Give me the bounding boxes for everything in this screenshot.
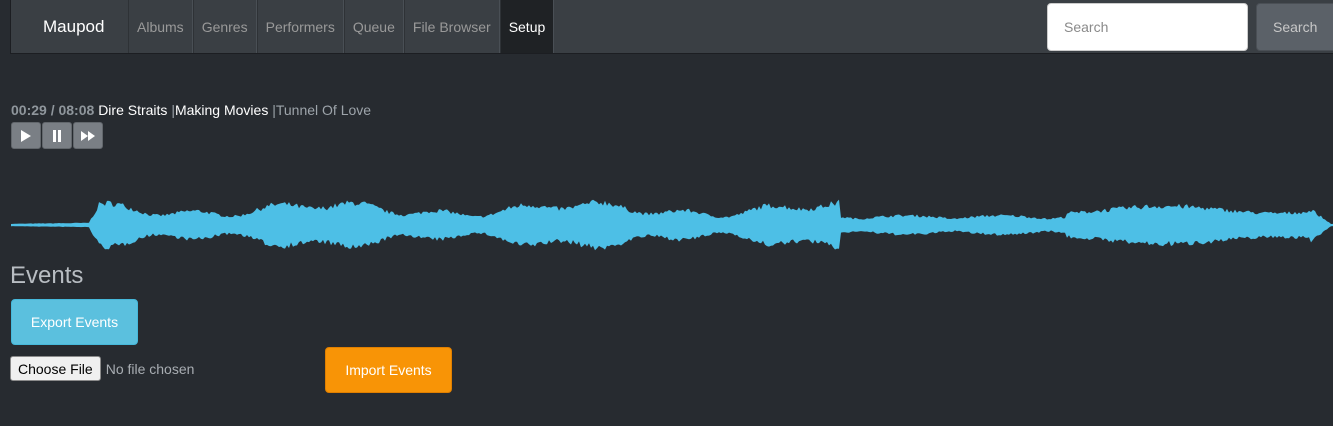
track-artist: Dire Straits xyxy=(98,102,168,118)
play-button[interactable] xyxy=(11,122,41,149)
player-controls xyxy=(11,122,104,149)
import-events-button[interactable]: Import Events xyxy=(325,347,452,393)
track-album: Making Movies xyxy=(174,102,269,118)
search-button[interactable]: Search xyxy=(1256,3,1333,51)
file-status-text: No file chosen xyxy=(105,360,195,377)
pause-icon xyxy=(53,129,61,142)
nav-item-setup[interactable]: Setup xyxy=(499,0,555,53)
top-navbar: Maupod Albums Genres Performers Queue Fi… xyxy=(10,0,1333,54)
waveform-shape xyxy=(11,199,1333,251)
track-title: Tunnel Of Love xyxy=(275,102,372,118)
search-input[interactable] xyxy=(1047,3,1248,51)
nav-item-file-browser[interactable]: File Browser xyxy=(403,0,500,53)
playback-time: 00:29 / 08:08 xyxy=(11,102,95,118)
audio-waveform[interactable] xyxy=(11,190,1333,260)
nav-item-performers[interactable]: Performers xyxy=(256,0,344,53)
nav-item-queue[interactable]: Queue xyxy=(343,0,404,53)
choose-file-button[interactable]: Choose File xyxy=(10,356,101,381)
events-heading: Events xyxy=(10,262,84,289)
brand-logo[interactable]: Maupod xyxy=(43,17,104,37)
fast-forward-icon xyxy=(81,130,95,141)
pause-button[interactable] xyxy=(42,122,72,149)
export-events-button[interactable]: Export Events xyxy=(11,299,138,345)
file-input-row: Choose File No file chosen xyxy=(10,356,194,381)
nav-item-albums[interactable]: Albums xyxy=(128,0,193,53)
fast-forward-button[interactable] xyxy=(73,122,103,149)
play-icon xyxy=(21,129,31,142)
nav-menu: Albums Genres Performers Queue File Brow… xyxy=(128,0,555,53)
now-playing-info: 00:29 / 08:08 Dire Straits |Making Movie… xyxy=(11,101,371,119)
nav-item-genres[interactable]: Genres xyxy=(192,0,257,53)
